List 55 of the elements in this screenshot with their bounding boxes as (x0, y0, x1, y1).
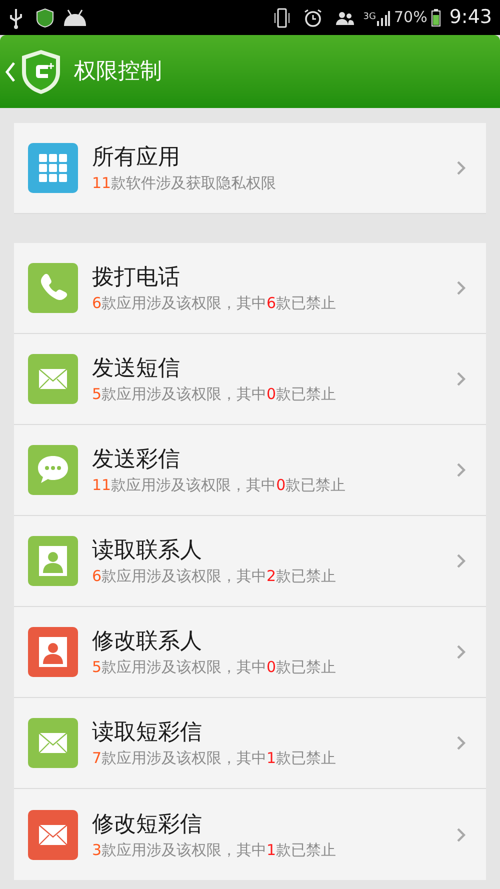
row-title: 发送彩信 (92, 446, 181, 474)
back-button[interactable] (4, 48, 62, 96)
row-subtitle: 6款应用涉及该权限，其中2款已禁止 (92, 566, 338, 586)
row-subtitle: 5款应用涉及该权限，其中0款已禁止 (92, 384, 338, 404)
chevron-right-icon (456, 826, 466, 842)
row-subtitle: 6款应用涉及该权限，其中6款已禁止 (92, 293, 338, 313)
shield-icon (36, 8, 54, 28)
chat-bubble-icon (28, 445, 78, 495)
usb-icon (8, 6, 24, 28)
battery-icon (431, 8, 442, 26)
permission-row[interactable]: 修改联系人 5款应用涉及该权限，其中0款已禁止 (14, 607, 486, 698)
row-subtitle: 5款应用涉及该权限，其中0款已禁止 (92, 657, 338, 677)
row-title: 所有应用 (92, 144, 181, 172)
grid-icon (28, 143, 78, 193)
person-icon (28, 536, 78, 586)
permission-row[interactable]: 发送短信 5款应用涉及该权限，其中0款已禁止 (14, 334, 486, 425)
battery-percent: 70% (394, 7, 428, 28)
permission-row[interactable]: 修改短彩信 3款应用涉及该权限，其中 1款已禁止 (14, 789, 486, 880)
chevron-right-icon (456, 553, 466, 569)
chevron-right-icon (456, 735, 466, 751)
android-icon (62, 8, 88, 26)
alarm-icon (303, 8, 324, 28)
row-subtitle: 11款软件涉及获取隐私权限 (92, 173, 278, 193)
chevron-right-icon (456, 644, 466, 660)
permission-row[interactable]: 拨打电话 6款应用涉及该权限，其中6款已禁止 (14, 243, 486, 334)
contacts-icon (335, 10, 356, 24)
chevron-right-icon (456, 462, 466, 478)
envelope-icon (28, 718, 78, 768)
permission-row[interactable]: 读取短彩信 7款应用涉及该权限，其中 1款已禁止 (14, 698, 486, 789)
chevron-right-icon (456, 160, 466, 176)
person-icon (28, 627, 78, 677)
row-subtitle: 7款应用涉及该权限，其中 1款已禁止 (92, 748, 338, 768)
permission-row[interactable]: 发送彩信 11款应用涉及该权限，其中0款已禁止 (14, 425, 486, 516)
phone-icon (28, 263, 78, 313)
signal-icon (376, 10, 390, 26)
envelope-icon (28, 810, 78, 860)
shield-logo-icon (20, 48, 62, 96)
chevron-right-icon (456, 371, 466, 387)
page-title: 权限控制 (74, 58, 162, 86)
row-title: 修改短彩信 (92, 810, 203, 838)
permission-row[interactable]: 所有应用 11款软件涉及获取隐私权限 (14, 123, 486, 214)
row-title: 修改联系人 (92, 628, 203, 656)
envelope-icon (28, 354, 78, 404)
back-icon (4, 60, 16, 82)
clock: 9:43 (449, 5, 492, 30)
row-title: 拨打电话 (92, 264, 181, 292)
permission-row[interactable]: 读取联系人 6款应用涉及该权限，其中2款已禁止 (14, 516, 486, 607)
row-subtitle: 11款应用涉及该权限，其中0款已禁止 (92, 475, 347, 495)
row-title: 发送短信 (92, 355, 181, 383)
network-type: 3G (363, 10, 376, 24)
row-title: 读取联系人 (92, 537, 203, 565)
vibrate-icon (273, 6, 292, 28)
row-subtitle: 3款应用涉及该权限，其中 1款已禁止 (92, 840, 338, 860)
row-title: 读取短彩信 (92, 719, 203, 747)
chevron-right-icon (456, 280, 466, 296)
